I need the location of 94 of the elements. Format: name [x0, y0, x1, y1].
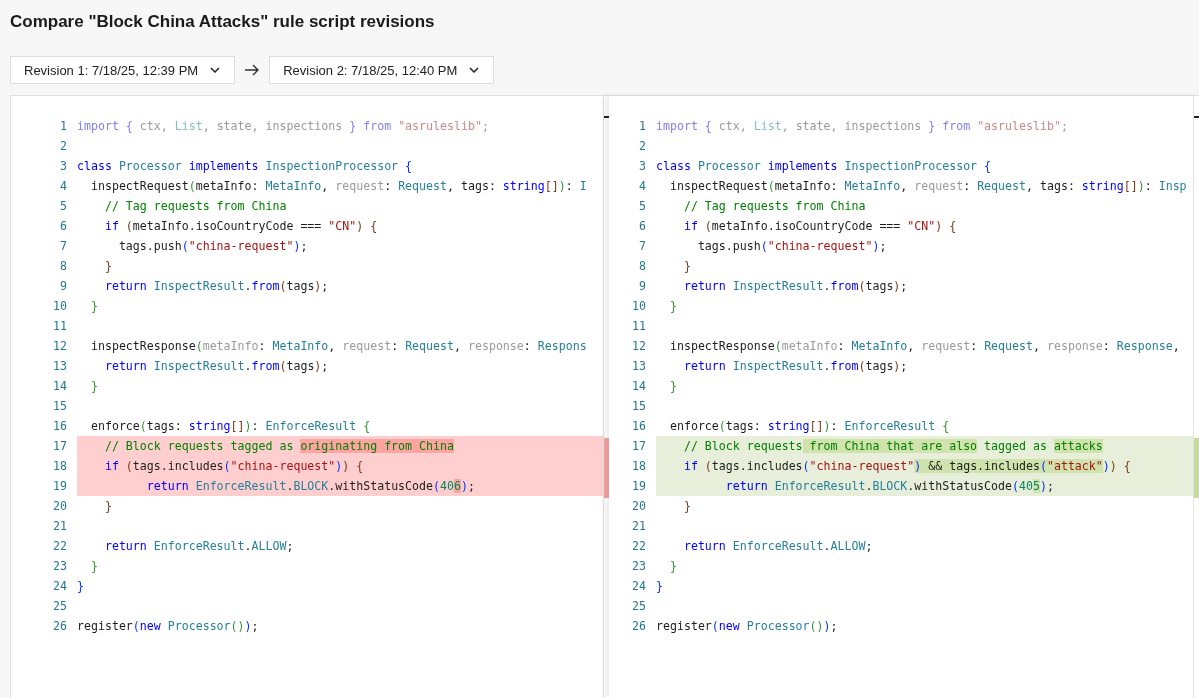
code-line: } — [668, 298, 678, 315]
line-number: 18 — [52, 458, 68, 475]
line-number: 2 — [638, 138, 647, 155]
line-number: 4 — [59, 178, 68, 195]
line-number: 17 — [52, 438, 68, 455]
line-number: 6 — [59, 218, 68, 235]
line-number: 24 — [631, 578, 647, 595]
code-line: } — [668, 378, 678, 395]
line-number: 11 — [631, 318, 647, 335]
line-number: 23 — [631, 558, 647, 575]
code-line: } — [682, 498, 692, 515]
code-line: inspectResponse(metaInfo: MetaInfo, request: Request, response: Respons — [89, 338, 588, 355]
line-number: 7 — [638, 238, 647, 255]
line-number: 3 — [638, 158, 647, 175]
code-line: return EnforceResult.ALLOW; — [682, 538, 874, 555]
page-title: Compare "Block China Attacks" rule script revisions — [9, 11, 436, 33]
revision-dropdown[interactable]: Revision 1: 7/18/25, 12:39 PM — [10, 56, 236, 84]
line-number: 15 — [631, 398, 647, 415]
code-line: if (metaInfo.isoCountryCode === "CN") { — [682, 218, 958, 235]
code-line: register(new Processor()); — [77, 618, 260, 635]
line-number: 7 — [59, 238, 68, 255]
line-number: 26 — [52, 618, 68, 635]
code-line: import { ctx, List, state, inspections } from "asruleslib"; — [77, 118, 490, 135]
line-number: 21 — [52, 518, 68, 535]
code-line: } — [103, 498, 113, 515]
code-line: } — [682, 258, 692, 275]
code-line: enforce(tags: string[]): EnforceResult { — [89, 418, 372, 435]
code-line: } — [89, 378, 99, 395]
code-line: class Processor implements InspectionProcessor { — [656, 158, 993, 175]
line-number: 22 — [52, 538, 68, 555]
code-line: return InspectResult.from(tags); — [682, 278, 909, 295]
line-number: 13 — [631, 358, 647, 375]
line-number: 6 — [638, 218, 647, 235]
line-number: 3 — [59, 158, 68, 175]
line-number: 19 — [631, 478, 647, 495]
code-line: } — [89, 298, 99, 315]
line-number: 2 — [59, 138, 68, 155]
line-number: 12 — [52, 338, 68, 355]
line-number: 5 — [59, 198, 68, 215]
line-number: 10 — [52, 298, 68, 315]
chevron-down-icon — [469, 67, 480, 73]
code-line: } — [77, 578, 85, 595]
line-number: 25 — [631, 598, 647, 615]
line-number: 13 — [52, 358, 68, 375]
line-number: 26 — [631, 618, 647, 635]
line-number: 9 — [59, 278, 68, 295]
line-number: 16 — [52, 418, 68, 435]
line-number: 25 — [52, 598, 68, 615]
line-number: 1 — [638, 118, 647, 135]
code-line: inspectRequest(metaInfo: MetaInfo, request: Request, tags: string[]): Insp — [668, 178, 1188, 195]
line-number: 21 — [631, 518, 647, 535]
line-number: 15 — [52, 398, 68, 415]
code-line: inspectRequest(metaInfo: MetaInfo, request: Request, tags: string[]): I — [89, 178, 588, 195]
code-line: enforce(tags: string[]): EnforceResult { — [668, 418, 951, 435]
code-line: register(new Processor()); — [656, 618, 839, 635]
code-line: } — [656, 578, 664, 595]
line-number: 22 — [631, 538, 647, 555]
line-number: 20 — [631, 498, 647, 515]
code-line: return InspectResult.from(tags); — [103, 278, 330, 295]
code-line: if (metaInfo.isoCountryCode === "CN") { — [103, 218, 379, 235]
code-line: return InspectResult.from(tags); — [103, 358, 330, 375]
code-line: class Processor implements InspectionProcessor { — [77, 158, 414, 175]
revision-dropdown[interactable]: Revision 2: 7/18/25, 12:40 PM — [269, 56, 495, 84]
line-number: 8 — [59, 258, 68, 275]
code-line: import { ctx, List, state, inspections } from "asruleslib"; — [656, 118, 1069, 135]
line-number: 16 — [631, 418, 647, 435]
code-line: // Tag requests from China — [103, 198, 288, 215]
line-number: 18 — [631, 458, 647, 475]
code-line: tags.push("china-request"); — [117, 238, 309, 255]
code-line: inspectResponse(metaInfo: MetaInfo, request: Request, response: Response, — [668, 338, 1181, 355]
code-line: } — [89, 558, 99, 575]
line-number: 19 — [52, 478, 68, 495]
arrow-right-icon — [244, 63, 261, 77]
line-number: 24 — [52, 578, 68, 595]
line-number: 23 — [52, 558, 68, 575]
code-line: return EnforceResult.ALLOW; — [103, 538, 295, 555]
chevron-down-icon — [210, 67, 221, 73]
line-number: 12 — [631, 338, 647, 355]
code-line: } — [103, 258, 113, 275]
line-number: 17 — [631, 438, 647, 455]
code-line: } — [668, 558, 678, 575]
line-number: 4 — [638, 178, 647, 195]
line-number: 11 — [52, 318, 68, 335]
line-number: 14 — [52, 378, 68, 395]
line-number: 10 — [631, 298, 647, 315]
line-number: 20 — [52, 498, 68, 515]
line-number: 14 — [631, 378, 647, 395]
line-number: 1 — [59, 118, 68, 135]
line-number: 9 — [638, 278, 647, 295]
line-number: 5 — [638, 198, 647, 215]
code-line: tags.push("china-request"); — [696, 238, 888, 255]
code-line: // Tag requests from China — [682, 198, 867, 215]
code-line: return InspectResult.from(tags); — [682, 358, 909, 375]
line-number: 8 — [638, 258, 647, 275]
